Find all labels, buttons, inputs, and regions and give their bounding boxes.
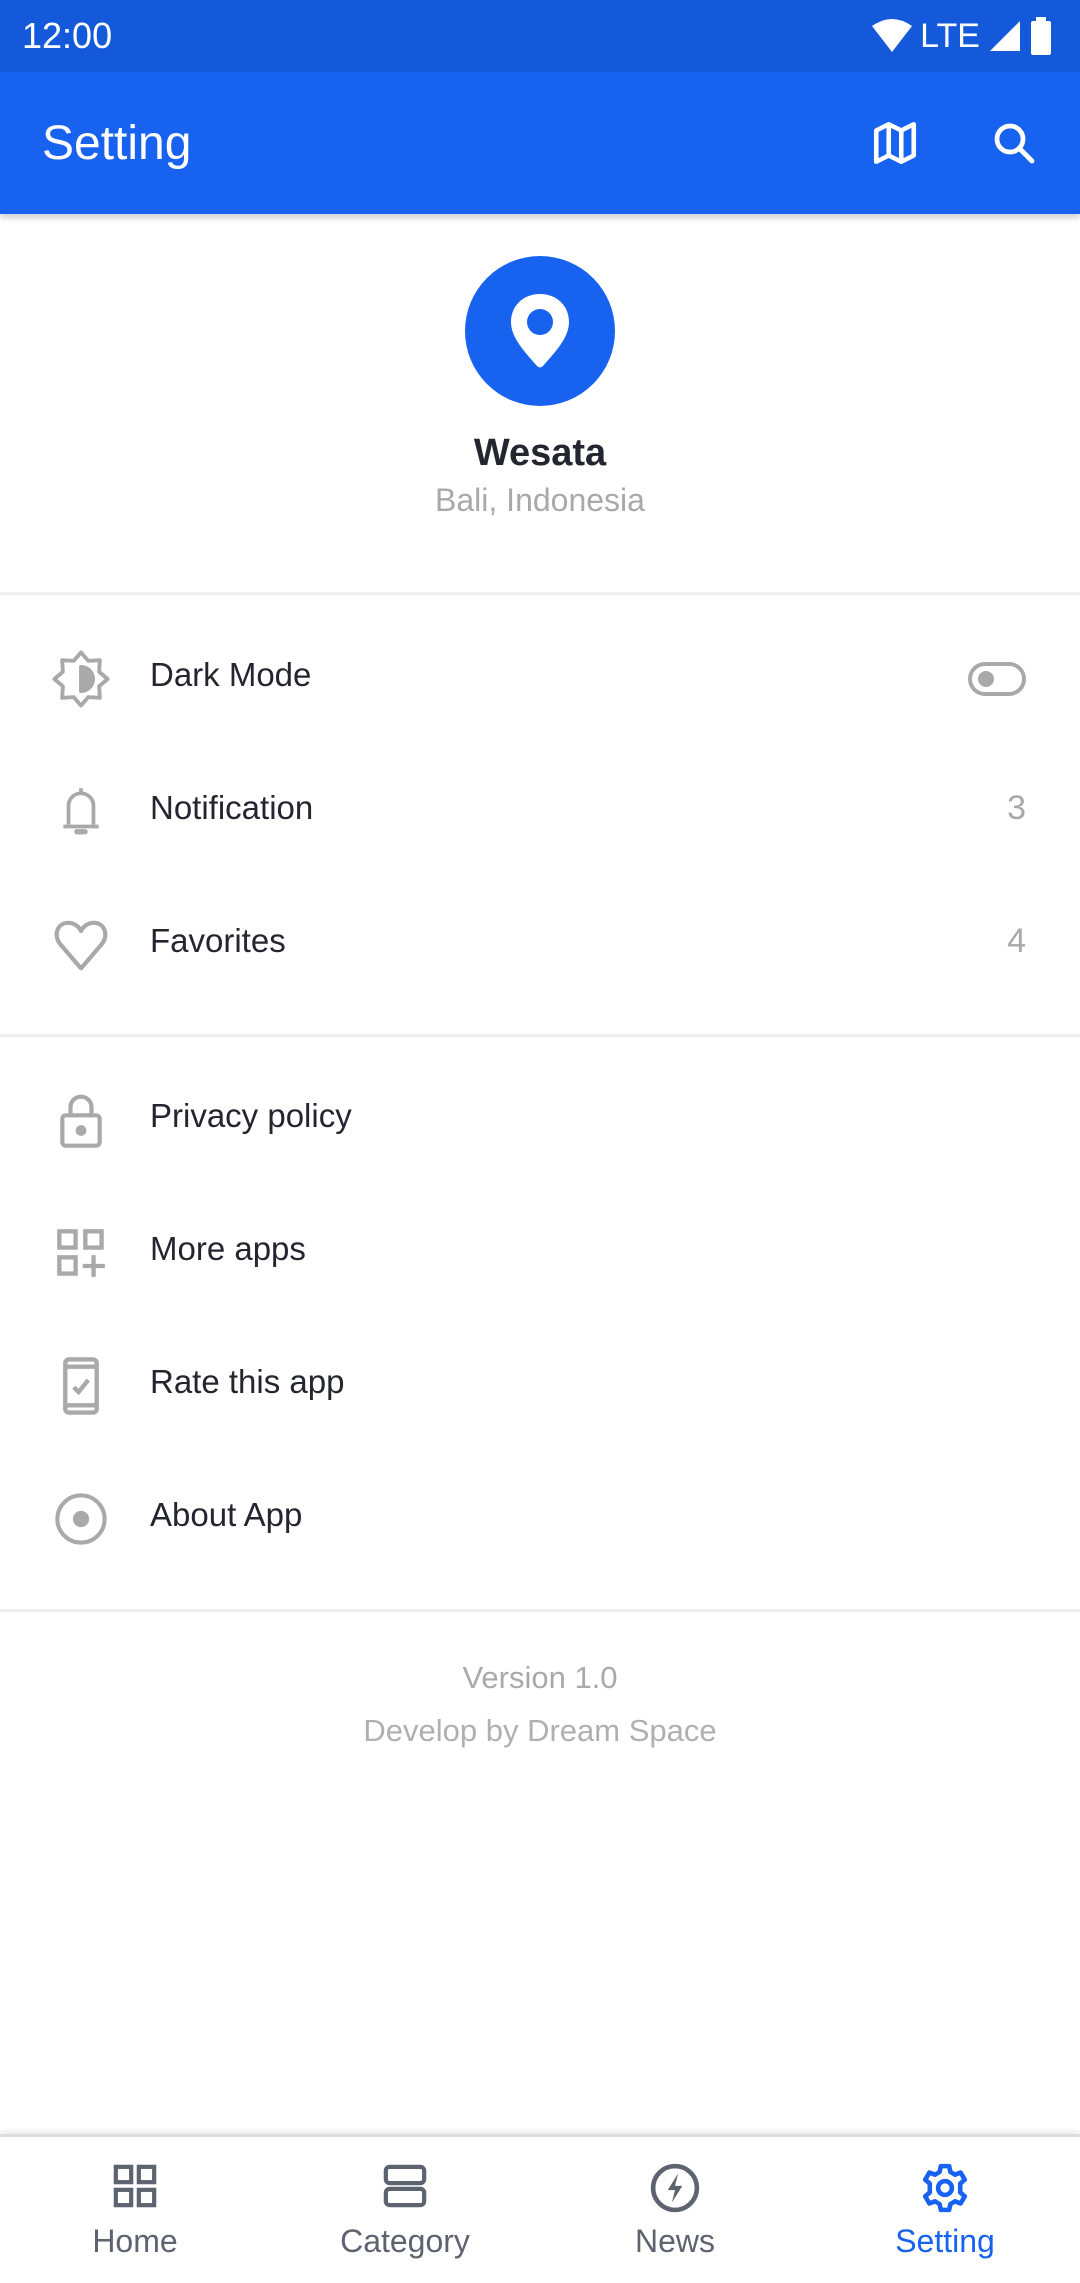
battery-icon (1031, 17, 1051, 55)
setting-about-app[interactable]: About App (0, 1452, 1080, 1585)
lock-icon (60, 1094, 102, 1148)
heart-icon (54, 920, 108, 971)
setting-label: Privacy policy (150, 1097, 352, 1134)
setting-favorites[interactable]: Favorites 4 (0, 878, 1080, 1011)
bottom-navigation: Home Category News Setting (0, 2134, 1080, 2283)
profile-name: Wesata (473, 432, 607, 474)
status-icons: LTE (872, 12, 1052, 60)
version-text: Version 1.0 (462, 1660, 618, 1695)
nav-label: Home (92, 2223, 178, 2259)
notification-count: 3 (1007, 789, 1026, 827)
status-bar: 12:00 LTE (0, 0, 1080, 72)
dark-mode-toggle[interactable] (968, 662, 1026, 696)
setting-dark-mode[interactable]: Dark Mode (0, 612, 1080, 745)
setting-rate-app[interactable]: Rate this app (0, 1319, 1080, 1452)
divider (0, 1609, 1080, 1612)
grid-icon (113, 2164, 157, 2208)
setting-label: Favorites (150, 922, 286, 959)
setting-label: Rate this app (150, 1363, 345, 1400)
nav-setting[interactable]: Setting (810, 2137, 1080, 2283)
bolt-icon (650, 2163, 700, 2213)
setting-label: Notification (150, 789, 314, 826)
profile-location: Bali, Indonesia (435, 482, 645, 518)
setting-label: Dark Mode (150, 656, 312, 693)
category-icon (383, 2164, 427, 2208)
setting-label: More apps (150, 1230, 306, 1267)
brightness-icon (52, 650, 110, 708)
network-type: LTE (920, 16, 980, 55)
map-icon (873, 121, 917, 165)
app-bar: Setting (0, 72, 1080, 214)
nav-news[interactable]: News (540, 2137, 810, 2283)
add-apps-icon (57, 1229, 105, 1277)
nav-category[interactable]: Category (270, 2137, 540, 2283)
search-icon (994, 123, 1035, 164)
map-button[interactable] (862, 110, 928, 176)
profile-section: Wesata Bali, Indonesia (0, 214, 1080, 592)
developer-text: Develop by Dream Space (363, 1713, 717, 1748)
avatar (465, 256, 615, 406)
page-title: Setting (42, 117, 192, 170)
nav-label: Category (340, 2223, 470, 2259)
radio-circle-icon (55, 1493, 107, 1545)
status-time: 12:00 (22, 15, 113, 56)
toggle-knob (978, 671, 994, 687)
nav-label: News (634, 2223, 715, 2259)
divider (0, 592, 1080, 595)
nav-label: Setting (895, 2223, 995, 2259)
location-pin-icon (511, 294, 569, 368)
divider (0, 1034, 1080, 1037)
search-button[interactable] (981, 110, 1047, 176)
setting-notification[interactable]: Notification 3 (0, 745, 1080, 878)
setting-privacy-policy[interactable]: Privacy policy (0, 1053, 1080, 1186)
setting-label: About App (150, 1496, 303, 1533)
nav-home[interactable]: Home (0, 2137, 270, 2283)
phone-check-icon (63, 1357, 99, 1415)
wifi-icon (872, 19, 913, 52)
bell-icon (63, 788, 99, 835)
favorites-count: 4 (1007, 922, 1026, 960)
setting-more-apps[interactable]: More apps (0, 1186, 1080, 1319)
signal-icon (990, 21, 1020, 51)
gear-icon (922, 2163, 968, 2213)
